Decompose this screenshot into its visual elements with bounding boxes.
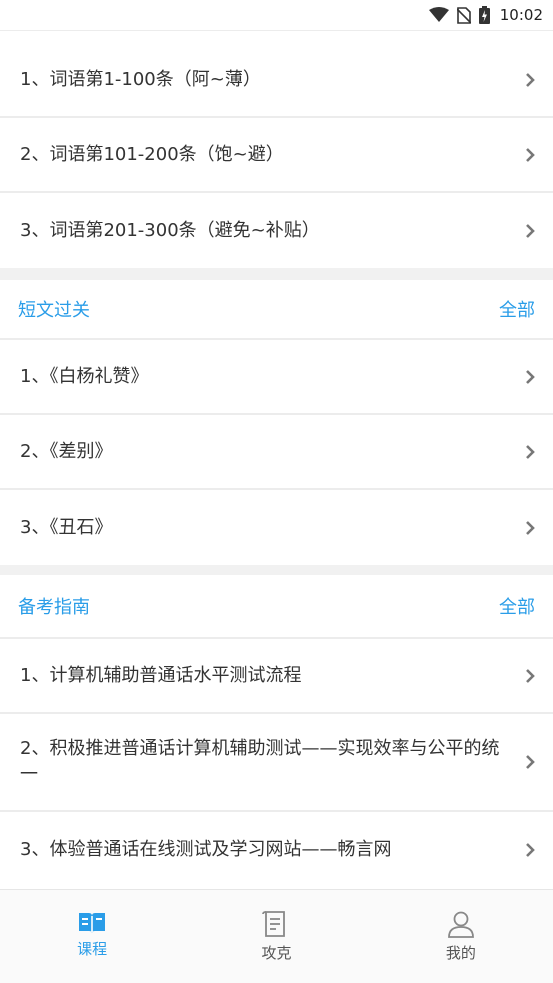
nav-tab-label: 我的	[445, 944, 476, 962]
short-text-section: 短文过关 全部 1、《白杨礼赞》 2、《差别》 3、《丑石》	[0, 280, 553, 565]
list-top-divider	[0, 30, 553, 43]
nav-tab-label: 课程	[77, 940, 108, 958]
list-item-label: 1、《白杨礼赞》	[20, 365, 149, 387]
person-icon	[447, 911, 474, 938]
list-item[interactable]: 2、词语第101-200条（饱~避）	[0, 118, 553, 193]
list-item-label: 3、《丑石》	[20, 516, 113, 538]
words-section: 1、词语第1-100条（阿~薄） 2、词语第101-200条（饱~避） 3、词语…	[0, 43, 553, 268]
battery-charging-icon	[478, 6, 490, 24]
chevron-right-icon	[526, 668, 535, 683]
section-title: 短文过关	[18, 300, 90, 321]
list-item-label: 2、积极推进普通话计算机辅助测试——实现效率与公平的统一	[20, 738, 500, 785]
list-item[interactable]: 1、《白杨礼赞》	[0, 340, 553, 415]
list-item-label: 1、计算机辅助普通话水平测试流程	[20, 664, 302, 686]
nav-tab-conquer[interactable]: 攻克	[184, 890, 368, 983]
list-item[interactable]: 3、词语第201-300条（避免~补贴）	[0, 193, 553, 268]
chevron-right-icon	[526, 755, 535, 769]
list-item-label: 2、词语第101-200条（饱~避）	[20, 143, 284, 165]
section-gap	[0, 565, 553, 575]
view-all-button[interactable]: 全部	[499, 296, 535, 322]
list-item[interactable]: 3、体验普通话在线测试及学习网站——畅言网	[0, 812, 553, 888]
bottom-nav: 课程 攻克 我的	[0, 889, 553, 983]
list-item-label: 2、《差别》	[20, 440, 113, 462]
section-header: 备考指南 全部	[0, 575, 553, 639]
status-time: 10:02	[499, 6, 543, 24]
list-item[interactable]: 3、《丑石》	[0, 490, 553, 565]
list-item[interactable]: 1、词语第1-100条（阿~薄）	[0, 43, 553, 118]
wifi-icon	[428, 7, 449, 23]
list-item-label: 3、词语第201-300条（避免~补贴）	[20, 219, 320, 241]
chevron-right-icon	[526, 223, 535, 238]
nav-tab-mine[interactable]: 我的	[369, 890, 553, 983]
section-title: 备考指南	[18, 597, 90, 618]
document-icon	[262, 911, 286, 937]
nav-tab-course[interactable]: 课程	[0, 890, 184, 983]
nav-tab-label: 攻克	[261, 944, 292, 962]
section-gap	[0, 268, 553, 280]
list-item-label: 1、词语第1-100条（阿~薄）	[20, 68, 261, 90]
view-all-button[interactable]: 全部	[499, 593, 535, 619]
chevron-right-icon	[526, 520, 535, 535]
chevron-right-icon	[526, 72, 535, 87]
book-icon	[79, 913, 106, 933]
list-item[interactable]: 2、积极推进普通话计算机辅助测试——实现效率与公平的统一	[0, 714, 553, 812]
status-bar: 10:02	[0, 0, 553, 30]
chevron-right-icon	[526, 444, 535, 459]
list-item-label: 3、体验普通话在线测试及学习网站——畅言网	[20, 839, 392, 860]
chevron-right-icon	[526, 843, 535, 857]
no-sim-icon	[456, 6, 471, 24]
chevron-right-icon	[526, 369, 535, 384]
chevron-right-icon	[526, 147, 535, 162]
section-header: 短文过关 全部	[0, 280, 553, 340]
list-item[interactable]: 1、计算机辅助普通话水平测试流程	[0, 639, 553, 714]
guide-section: 备考指南 全部 1、计算机辅助普通话水平测试流程 2、积极推进普通话计算机辅助测…	[0, 575, 553, 888]
list-item[interactable]: 2、《差别》	[0, 415, 553, 490]
